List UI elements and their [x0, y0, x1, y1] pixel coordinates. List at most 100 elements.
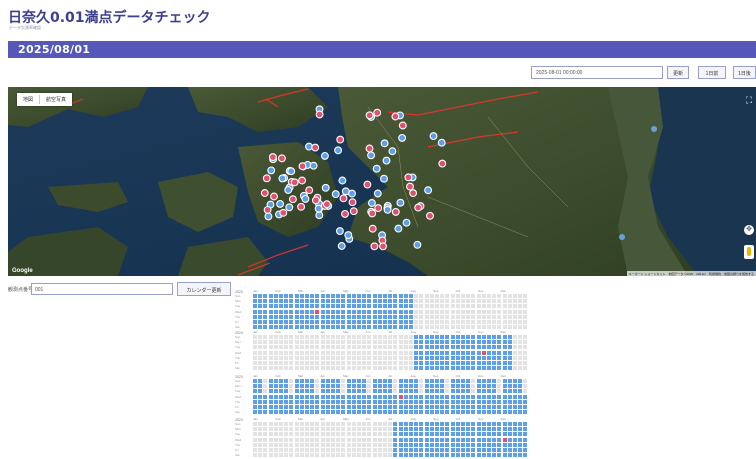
- calendar-day-cell[interactable]: [440, 399, 445, 404]
- calendar-day-cell[interactable]: [336, 384, 341, 389]
- calendar-day-cell[interactable]: [268, 345, 273, 350]
- calendar-day-cell[interactable]: [383, 355, 387, 360]
- calendar-day-cell[interactable]: [253, 399, 257, 404]
- calendar-day-cell[interactable]: [320, 299, 325, 304]
- calendar-day-cell[interactable]: [372, 389, 377, 394]
- calendar-day-cell[interactable]: [419, 448, 424, 452]
- calendar-day-cell[interactable]: [419, 304, 424, 309]
- calendar-day-cell[interactable]: [518, 448, 523, 452]
- calendar-day-cell[interactable]: [450, 361, 455, 365]
- calendar-day-cell[interactable]: [346, 422, 351, 426]
- station-marker-alert[interactable]: [279, 208, 288, 217]
- calendar-day-cell[interactable]: [362, 453, 367, 458]
- calendar-day-cell[interactable]: [253, 453, 257, 458]
- calendar-day-cell[interactable]: [279, 432, 283, 437]
- calendar-day-cell[interactable]: [263, 325, 268, 330]
- calendar-day-cell[interactable]: [357, 427, 361, 432]
- calendar-day-cell[interactable]: [419, 366, 424, 371]
- calendar-day-cell[interactable]: [398, 405, 403, 409]
- calendar-day-cell[interactable]: [497, 448, 502, 452]
- calendar-update-button[interactable]: カレンダー更新: [177, 282, 231, 296]
- calendar-day-cell[interactable]: [523, 345, 528, 350]
- calendar-day-cell[interactable]: [455, 384, 460, 389]
- calendar-day-cell[interactable]: [476, 335, 481, 339]
- calendar-day-cell[interactable]: [455, 427, 460, 432]
- calendar-day-cell[interactable]: [258, 366, 263, 371]
- calendar-day-cell[interactable]: [268, 304, 273, 309]
- calendar-day-cell[interactable]: [315, 335, 320, 339]
- calendar-day-cell[interactable]: [263, 361, 268, 365]
- calendar-day-cell[interactable]: [393, 340, 398, 345]
- calendar-day-cell[interactable]: [393, 405, 398, 409]
- calendar-day-cell[interactable]: [487, 379, 491, 383]
- calendar-day-cell[interactable]: [299, 410, 304, 415]
- calendar-day-cell[interactable]: [279, 405, 283, 409]
- calendar-day-cell[interactable]: [435, 304, 439, 309]
- calendar-day-cell[interactable]: [497, 350, 502, 355]
- calendar-day-cell[interactable]: [398, 366, 403, 371]
- calendar-day-cell[interactable]: [383, 320, 387, 324]
- calendar-day-cell[interactable]: [414, 345, 419, 350]
- calendar-day-cell[interactable]: [409, 309, 413, 314]
- calendar-day-cell[interactable]: [445, 361, 450, 365]
- calendar-day-cell[interactable]: [450, 350, 455, 355]
- calendar-day-cell[interactable]: [273, 427, 278, 432]
- calendar-day-cell[interactable]: [502, 335, 507, 339]
- calendar-day-cell[interactable]: [403, 448, 408, 452]
- calendar-day-cell[interactable]: [383, 350, 387, 355]
- calendar-day-cell[interactable]: [362, 320, 367, 324]
- calendar-day-cell[interactable]: [466, 384, 471, 389]
- calendar-day-cell[interactable]: [492, 350, 497, 355]
- calendar-day-cell[interactable]: [258, 304, 263, 309]
- calendar-day-cell[interactable]: [284, 437, 289, 442]
- calendar-day-cell[interactable]: [273, 432, 278, 437]
- station-marker-alert[interactable]: [277, 154, 286, 163]
- calendar-day-cell[interactable]: [513, 345, 517, 350]
- station-marker-ok[interactable]: [372, 164, 381, 173]
- calendar-day-cell[interactable]: [424, 448, 429, 452]
- station-marker-ok[interactable]: [413, 240, 422, 249]
- calendar-day-cell[interactable]: [481, 309, 486, 314]
- calendar-day-cell[interactable]: [466, 314, 471, 319]
- calendar-day-cell[interactable]: [419, 405, 424, 409]
- calendar-day-cell[interactable]: [362, 304, 367, 309]
- calendar-day-cell[interactable]: [377, 294, 382, 298]
- calendar-day-cell[interactable]: [310, 350, 315, 355]
- calendar-day-cell[interactable]: [409, 325, 413, 330]
- station-marker-ok[interactable]: [337, 242, 346, 250]
- calendar-day-cell[interactable]: [284, 453, 289, 458]
- calendar-day-cell[interactable]: [440, 389, 445, 394]
- calendar-day-cell[interactable]: [440, 355, 445, 360]
- calendar-day-cell[interactable]: [507, 379, 512, 383]
- calendar-day-cell[interactable]: [409, 320, 413, 324]
- calendar-day-cell[interactable]: [455, 309, 460, 314]
- calendar-day-cell[interactable]: [325, 325, 330, 330]
- station-marker-ok[interactable]: [402, 218, 411, 227]
- calendar-day-cell[interactable]: [289, 410, 294, 415]
- calendar-day-cell[interactable]: [341, 379, 346, 383]
- calendar-day-cell[interactable]: [403, 427, 408, 432]
- calendar-day-cell[interactable]: [497, 345, 502, 350]
- calendar-day-cell[interactable]: [523, 314, 528, 319]
- calendar-day-cell[interactable]: [331, 437, 335, 442]
- calendar-day-cell[interactable]: [357, 389, 361, 394]
- station-marker-alert[interactable]: [398, 121, 407, 130]
- calendar-day-cell[interactable]: [367, 448, 372, 452]
- calendar-day-cell[interactable]: [487, 437, 491, 442]
- calendar-day-cell[interactable]: [471, 399, 476, 404]
- calendar-day-cell[interactable]: [279, 350, 283, 355]
- calendar-day-cell[interactable]: [403, 294, 408, 298]
- calendar-day-cell[interactable]: [315, 355, 320, 360]
- calendar-day-cell[interactable]: [507, 345, 512, 350]
- map-type-satellite[interactable]: 航空写真: [40, 93, 72, 106]
- calendar-day-cell[interactable]: [253, 366, 257, 371]
- calendar-day-cell[interactable]: [414, 432, 419, 437]
- calendar-day-cell[interactable]: [445, 437, 450, 442]
- station-marker-alert[interactable]: [298, 162, 307, 171]
- station-marker-alert[interactable]: [414, 203, 423, 212]
- calendar-day-cell[interactable]: [424, 389, 429, 394]
- calendar-day-cell[interactable]: [377, 345, 382, 350]
- calendar-day-cell[interactable]: [393, 304, 398, 309]
- calendar-day-cell[interactable]: [351, 453, 356, 458]
- calendar-day-cell[interactable]: [341, 437, 346, 442]
